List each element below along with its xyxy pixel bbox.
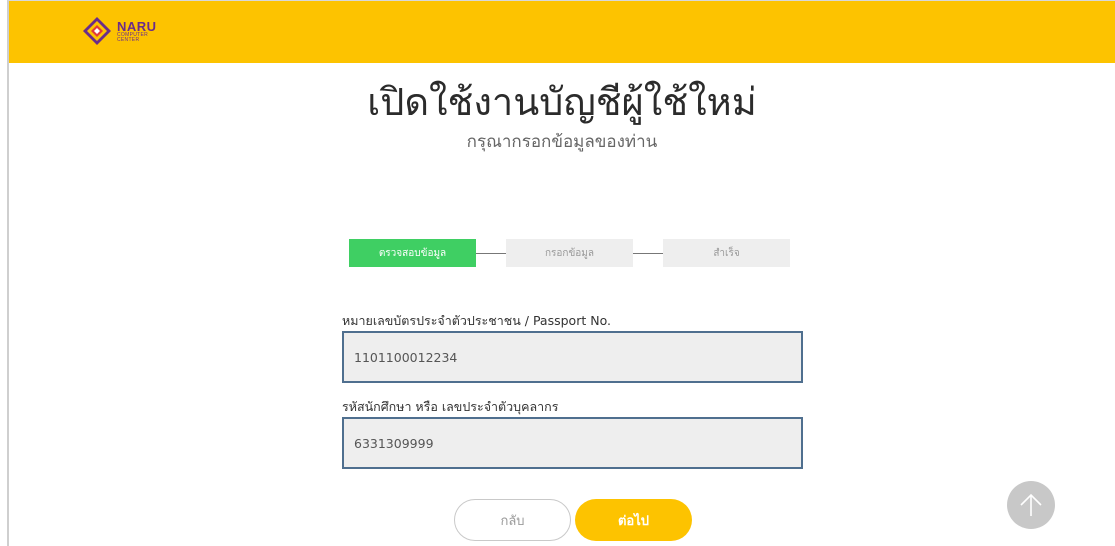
next-button[interactable]: ต่อไป [575, 499, 692, 541]
page-title: เปิดใช้งานบัญชีผู้ใช้ใหม่ [367, 80, 757, 124]
logo-text: NARU COMPUTER CENTER [117, 20, 157, 43]
step-verify: ตรวจสอบข้อมูล [349, 239, 476, 267]
progress-steps: ตรวจสอบข้อมูล กรอกข้อมูล สำเร็จ [349, 239, 790, 267]
id-number-input[interactable]: 1101100012234 [342, 331, 803, 383]
logo-line3: CENTER [117, 36, 140, 43]
page-subtitle: กรุณากรอกข้อมูลของท่าน [466, 132, 658, 152]
back-button[interactable]: กลับ [454, 499, 571, 541]
id-number-label: หมายเลขบัตรประจำตัวประชาชน / Passport No… [342, 313, 611, 328]
logo-line1: NARU [117, 18, 157, 34]
top-bar: NARU COMPUTER CENTER [9, 1, 1115, 63]
step-connector [633, 252, 663, 254]
arrow-up-icon [1020, 493, 1042, 516]
step-complete: สำเร็จ [663, 239, 790, 267]
page-frame: NARU COMPUTER CENTER เปิดใช้งานบัญชีผู้ใ… [7, 0, 1115, 546]
logo[interactable]: NARU COMPUTER CENTER [81, 15, 181, 47]
student-id-label: รหัสนักศึกษา หรือ เลขประจำตัวบุคลากร [342, 399, 559, 414]
step-fill-info: กรอกข้อมูล [506, 239, 633, 267]
step-connector [476, 252, 506, 254]
scroll-to-top-button[interactable] [1007, 481, 1055, 529]
student-id-input[interactable]: 6331309999 [342, 417, 803, 469]
logo-mark-icon [81, 15, 113, 47]
